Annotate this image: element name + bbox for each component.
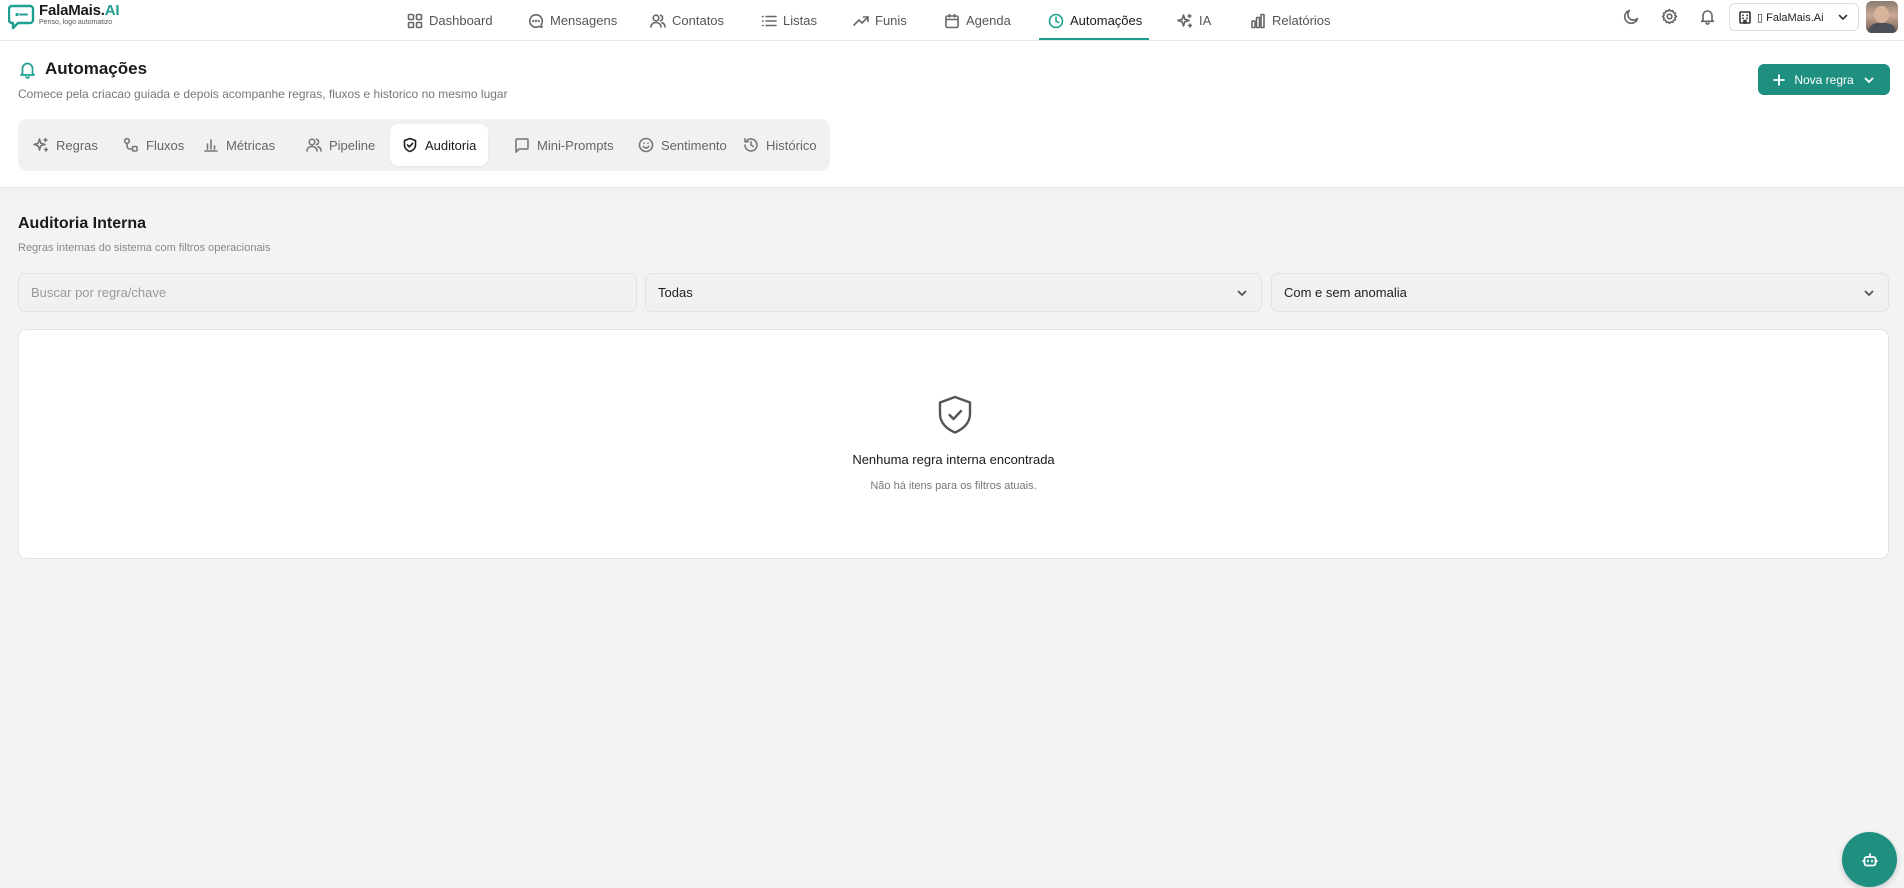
empty-state-subtitle: Não há itens para os filtros atuais. xyxy=(870,480,1037,492)
plus-icon xyxy=(1773,73,1786,86)
bot-icon xyxy=(1861,852,1878,866)
bell-icon xyxy=(1700,10,1715,25)
shield-check-icon xyxy=(403,137,417,153)
bell-icon xyxy=(20,62,35,79)
users-icon xyxy=(306,138,322,152)
tab-metricas[interactable]: Métricas xyxy=(191,124,287,166)
sparkles-icon xyxy=(33,137,49,152)
bar-chart-icon xyxy=(204,139,218,152)
organization-name: ▯ FalaMais.Ai xyxy=(1757,11,1824,24)
tab-regras[interactable]: Regras xyxy=(21,124,110,166)
chat-bubble-logo-icon xyxy=(8,4,35,30)
notifications-button[interactable] xyxy=(1699,8,1719,28)
smile-icon xyxy=(638,137,654,153)
tab-historico[interactable]: Histórico xyxy=(731,124,829,166)
nav-label: IA xyxy=(1199,13,1212,28)
organization-select[interactable]: ▯ FalaMais.Ai xyxy=(1729,3,1859,31)
nav-funis[interactable]: Funis xyxy=(853,0,907,41)
brand-name-accent: AI xyxy=(104,2,120,19)
empty-state-title: Nenhuma regra interna encontrada xyxy=(852,452,1055,467)
nav-ia[interactable]: IA xyxy=(1177,0,1211,41)
tab-label: Regras xyxy=(56,137,98,153)
anomaly-select-value: Com e sem anomalia xyxy=(1284,285,1407,300)
chat-icon xyxy=(528,13,544,28)
page-subtitle: Comece pela criacao guiada e depois acom… xyxy=(18,87,508,101)
tab-fluxos[interactable]: Fluxos xyxy=(111,124,196,166)
bar-chart-icon xyxy=(1251,13,1265,28)
section-title: Auditoria Interna xyxy=(18,215,147,232)
active-nav-indicator xyxy=(1039,38,1149,40)
page-header: Automações Comece pela criacao guiada e … xyxy=(0,41,1904,188)
brand-tagline: Penso, logo automatizo xyxy=(39,19,113,26)
section-subtitle: Regras internas do sistema com filtros o… xyxy=(18,242,271,254)
search-input[interactable] xyxy=(31,285,624,300)
nav-label: Mensagens xyxy=(550,13,618,28)
chevron-down-icon xyxy=(1864,290,1874,296)
nav-relatorios[interactable]: Relatórios xyxy=(1250,0,1331,41)
scope-select[interactable]: Todas xyxy=(645,273,1262,312)
nav-label: Relatórios xyxy=(1272,13,1331,28)
brand-logo[interactable]: FalaMais.AI Penso, logo automatizo xyxy=(8,2,120,31)
automation-tabs: Regras Fluxos Métricas Pipeline Auditori… xyxy=(18,119,830,171)
top-navbar: FalaMais.AI Penso, logo automatizo Dashb… xyxy=(0,0,1904,41)
tab-label: Sentimento xyxy=(661,137,727,153)
shield-check-icon xyxy=(936,394,974,436)
nav-listas[interactable]: Listas xyxy=(761,0,817,41)
chevron-down-icon xyxy=(1237,290,1247,296)
settings-button[interactable] xyxy=(1661,8,1681,28)
chevron-down-icon xyxy=(1838,14,1848,20)
page-title: Automações xyxy=(18,59,147,79)
list-icon xyxy=(761,15,777,26)
tab-label: Histórico xyxy=(766,137,817,153)
tab-label: Auditoria xyxy=(425,137,477,153)
scope-select-value: Todas xyxy=(658,285,693,300)
nav-label: Agenda xyxy=(966,13,1011,28)
moon-icon xyxy=(1623,9,1639,25)
tab-label: Pipeline xyxy=(329,137,376,153)
building-icon xyxy=(1739,11,1751,24)
tab-auditoria[interactable]: Auditoria xyxy=(390,124,489,166)
gear-icon xyxy=(1661,8,1678,25)
nav-label: Dashboard xyxy=(429,13,493,28)
nav-mensagens[interactable]: Mensagens xyxy=(528,0,617,41)
message-square-icon xyxy=(515,138,529,153)
tab-pipeline[interactable]: Pipeline xyxy=(294,124,387,166)
flow-icon xyxy=(123,137,138,152)
nav-label: Contatos xyxy=(672,13,725,28)
clock-icon xyxy=(1048,13,1064,28)
grid-icon xyxy=(407,13,423,28)
brand-name: FalaMais. xyxy=(39,2,105,19)
tab-sentimento[interactable]: Sentimento xyxy=(626,124,739,166)
tab-label: Mini-Prompts xyxy=(537,137,614,153)
tab-label: Fluxos xyxy=(146,137,185,153)
nav-label: Listas xyxy=(783,13,817,28)
nav-agenda[interactable]: Agenda xyxy=(944,0,1011,41)
search-field[interactable] xyxy=(18,273,637,312)
page-title-text: Automações xyxy=(45,59,148,78)
tab-label: Métricas xyxy=(226,137,276,153)
anomaly-select[interactable]: Com e sem anomalia xyxy=(1271,273,1889,312)
nav-automacoes[interactable]: Automações xyxy=(1048,0,1142,41)
calendar-icon xyxy=(945,13,959,28)
sparkles-icon xyxy=(1177,13,1193,28)
nav-contatos[interactable]: Contatos xyxy=(650,0,724,41)
history-icon xyxy=(744,137,758,152)
users-icon xyxy=(650,13,666,28)
trending-icon xyxy=(853,15,869,26)
chevron-down-icon xyxy=(1864,77,1874,83)
user-avatar[interactable] xyxy=(1866,1,1898,33)
nav-label: Automações xyxy=(1070,13,1143,28)
new-rule-label: Nova regra xyxy=(1794,72,1854,87)
nav-label: Funis xyxy=(875,13,907,28)
tab-mini-prompts[interactable]: Mini-Prompts xyxy=(502,124,626,166)
theme-toggle-button[interactable] xyxy=(1623,8,1643,28)
assistant-bot-button[interactable] xyxy=(1842,832,1897,887)
results-panel: Nenhuma regra interna encontrada Não há … xyxy=(18,329,1889,559)
new-rule-button[interactable]: Nova regra xyxy=(1758,64,1890,95)
nav-dashboard[interactable]: Dashboard xyxy=(407,0,493,41)
